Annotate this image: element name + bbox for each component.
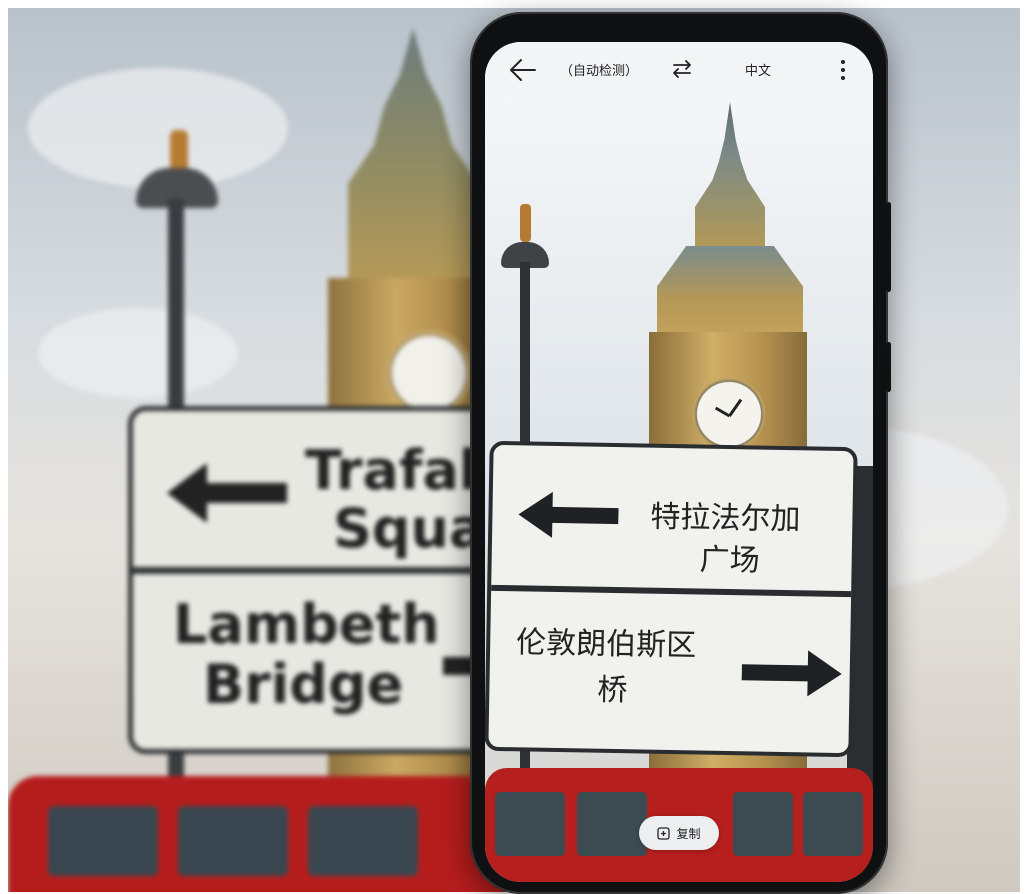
street-sign: Trafalg Squa Lambeth Bridge (128, 406, 518, 754)
lamp-finial (520, 204, 531, 242)
sign-top-line1: 特拉法尔加 (650, 499, 801, 538)
sign-divider (133, 567, 513, 574)
bus-window (178, 806, 288, 876)
tower-spire (695, 102, 765, 252)
back-arrow-icon[interactable] (507, 56, 537, 84)
arrow-left-icon (167, 463, 287, 523)
sign-bottom-line1: 伦敦朗伯斯区 (515, 625, 697, 664)
lamp-finial (170, 130, 188, 172)
tower-clock (693, 378, 765, 450)
source-language-selector[interactable]: （自动检测） (560, 60, 638, 79)
bus-window (308, 806, 418, 876)
bus-window (495, 792, 565, 856)
arrow-left-icon (518, 491, 619, 538)
sign-top-line2: 广场 (699, 542, 760, 579)
sign-bottom-line2: Bridge (203, 653, 404, 716)
sign-bottom-line2: 桥 (597, 672, 628, 709)
copy-button[interactable]: 复制 (639, 816, 719, 850)
red-bus (8, 776, 508, 892)
power-button (886, 342, 891, 392)
arrow-right-icon (741, 650, 842, 697)
tower-spire (348, 28, 478, 288)
target-language-selector[interactable]: 中文 (745, 60, 771, 79)
clock-hand (714, 406, 731, 418)
bus-window (803, 792, 863, 856)
copy-icon (657, 826, 671, 840)
translate-toolbar: （自动检测） 中文 (485, 42, 873, 98)
tower-belfry (657, 246, 803, 336)
phone-frame: 特拉法尔加 广场 伦敦朗伯斯区 桥 （自动检测） 中文 复制 (470, 12, 891, 894)
more-options-icon[interactable] (837, 58, 849, 82)
bus-window (577, 792, 647, 856)
sign-top-line2: Squa (333, 497, 486, 560)
volume-button (886, 202, 891, 292)
camera-translate-screen: 特拉法尔加 广场 伦敦朗伯斯区 桥 （自动检测） 中文 复制 (485, 42, 873, 882)
copy-button-label: 复制 (676, 826, 701, 841)
swap-languages-icon[interactable] (671, 59, 693, 79)
sign-bottom-line1: Lambeth (173, 593, 440, 656)
bus-window (48, 806, 158, 876)
tower-clock (386, 330, 472, 416)
cloud (38, 308, 238, 398)
translated-sign: 特拉法尔加 广场 伦敦朗伯斯区 桥 (485, 440, 858, 758)
sign-divider (491, 584, 852, 598)
bus-window (733, 792, 793, 856)
